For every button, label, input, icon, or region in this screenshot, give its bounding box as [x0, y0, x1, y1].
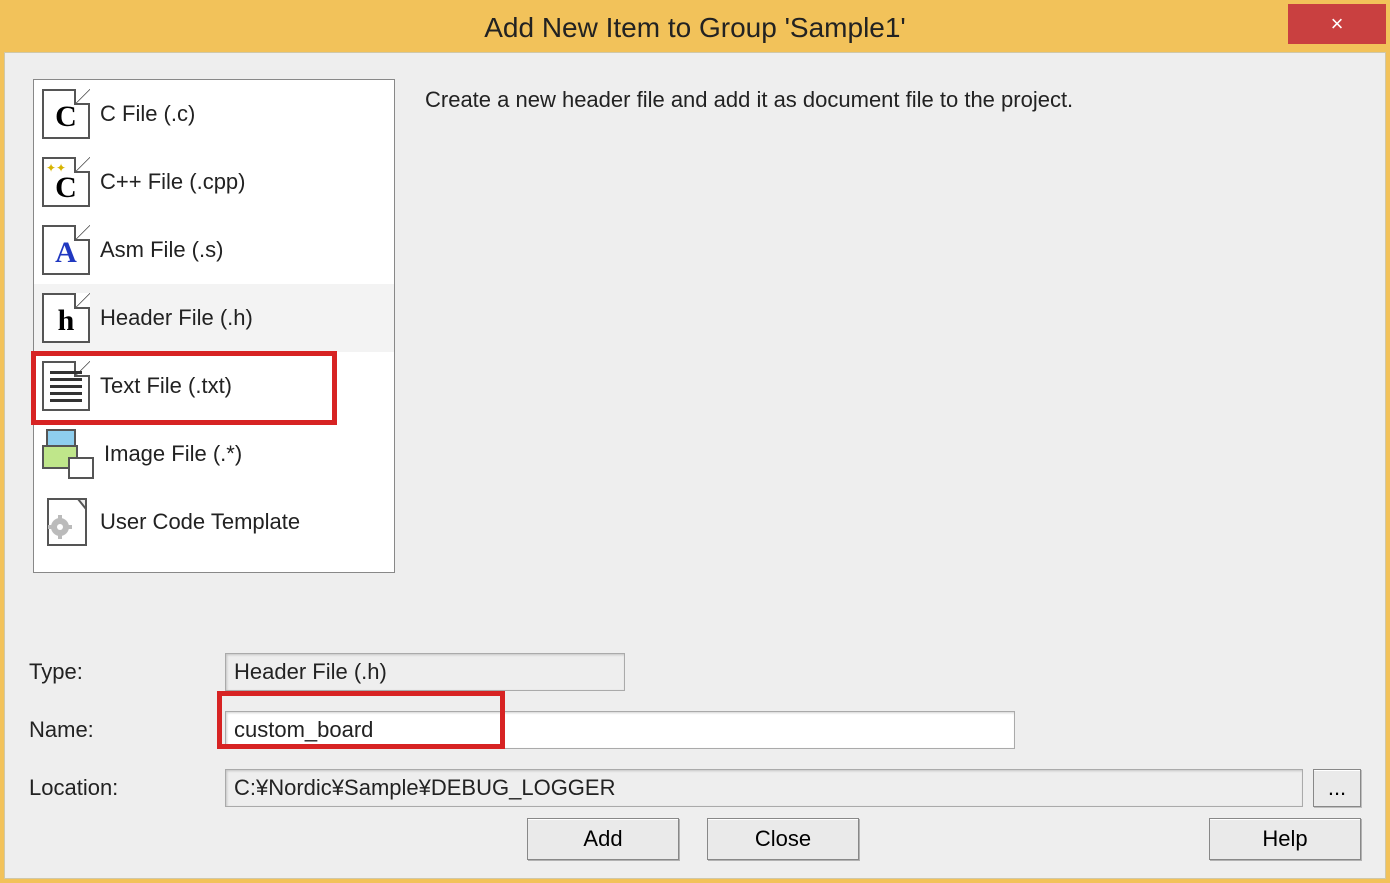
close-button[interactable]: Close [707, 818, 859, 860]
template-listbox[interactable]: C C File (.c) ✦✦C C++ File (.cpp) A Asm … [33, 79, 395, 573]
client-area: C C File (.c) ✦✦C C++ File (.cpp) A Asm … [4, 52, 1386, 879]
list-item-label: Image File (.*) [104, 441, 242, 467]
description-text: Create a new header file and add it as d… [425, 87, 1361, 113]
list-item-label: Text File (.txt) [100, 373, 232, 399]
name-input[interactable] [225, 711, 1015, 749]
add-button[interactable]: Add [527, 818, 679, 860]
list-item-label: Asm File (.s) [100, 237, 223, 263]
list-item-cpp-file[interactable]: ✦✦C C++ File (.cpp) [34, 148, 394, 216]
close-icon: × [1331, 11, 1344, 37]
list-item-label: Header File (.h) [100, 305, 253, 331]
browse-button[interactable]: ... [1313, 769, 1361, 807]
type-label: Type: [29, 659, 225, 685]
list-item-label: C File (.c) [100, 101, 195, 127]
list-item-text-file[interactable]: Text File (.txt) [34, 352, 394, 420]
location-field[interactable]: C:¥Nordic¥Sample¥DEBUG_LOGGER [225, 769, 1303, 807]
asm-file-icon: A [42, 225, 90, 275]
name-label: Name: [29, 717, 225, 743]
list-item-image-file[interactable]: Image File (.*) [34, 420, 394, 488]
title-bar: Add New Item to Group 'Sample1' × [4, 4, 1386, 52]
window-title: Add New Item to Group 'Sample1' [484, 12, 906, 44]
list-item-header-file[interactable]: h Header File (.h) [34, 284, 394, 352]
list-item-asm-file[interactable]: A Asm File (.s) [34, 216, 394, 284]
image-file-icon [42, 429, 94, 479]
button-row: Add Close Help [5, 818, 1361, 860]
dialog-window: Add New Item to Group 'Sample1' × C C Fi… [0, 0, 1390, 883]
form-area: Type: Header File (.h) Name: Location: C… [29, 643, 1361, 817]
text-file-icon [42, 361, 90, 411]
header-file-icon: h [42, 293, 90, 343]
type-row: Type: Header File (.h) [29, 643, 1361, 701]
list-item-label: User Code Template [100, 509, 300, 535]
list-item-user-template[interactable]: User Code Template [34, 488, 394, 556]
name-row: Name: [29, 701, 1361, 759]
location-label: Location: [29, 775, 225, 801]
location-row: Location: C:¥Nordic¥Sample¥DEBUG_LOGGER … [29, 759, 1361, 817]
type-field: Header File (.h) [225, 653, 625, 691]
help-button[interactable]: Help [1209, 818, 1361, 860]
close-window-button[interactable]: × [1288, 4, 1386, 44]
c-file-icon: C [42, 89, 90, 139]
cpp-file-icon: ✦✦C [42, 157, 90, 207]
list-item-c-file[interactable]: C C File (.c) [34, 80, 394, 148]
user-template-icon [42, 497, 90, 547]
list-item-label: C++ File (.cpp) [100, 169, 246, 195]
